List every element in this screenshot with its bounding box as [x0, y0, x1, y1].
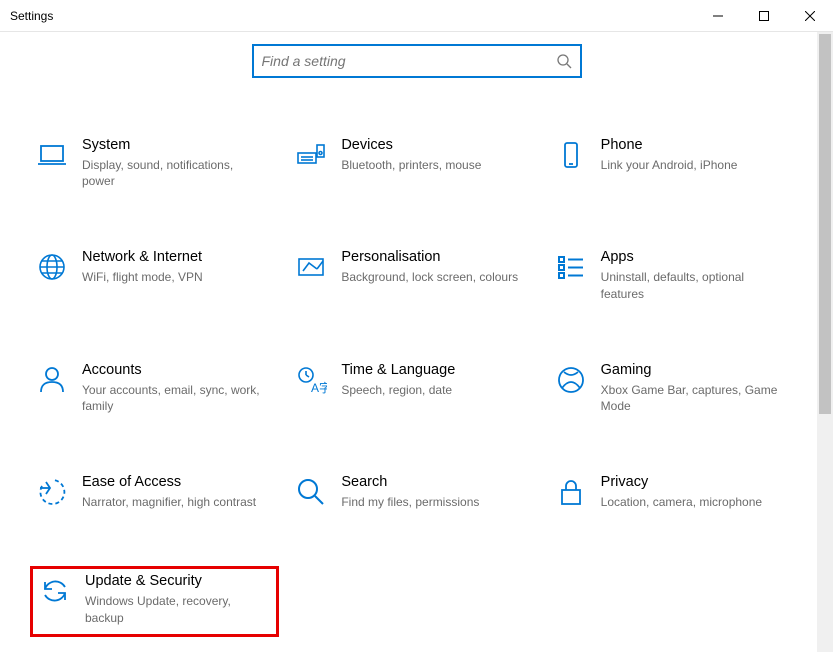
tile-text: Ease of Access Narrator, magnifier, high…: [82, 474, 273, 510]
tile-title: Search: [341, 474, 526, 490]
tile-text: Time & Language Speech, region, date: [341, 362, 532, 398]
tile-text: Devices Bluetooth, printers, mouse: [341, 137, 532, 173]
ease-of-access-icon: [36, 476, 68, 508]
tile-title: Ease of Access: [82, 474, 267, 490]
search-icon: [556, 53, 572, 69]
tile-time-language[interactable]: A字 Time & Language Speech, region, date: [289, 358, 538, 422]
titlebar: Settings: [0, 0, 833, 32]
window-title: Settings: [10, 9, 53, 23]
tile-phone[interactable]: Phone Link your Android, iPhone: [549, 133, 798, 197]
minimize-button[interactable]: [695, 0, 741, 32]
tile-text: Personalisation Background, lock screen,…: [341, 249, 532, 285]
tile-apps[interactable]: Apps Uninstall, defaults, optional featu…: [549, 245, 798, 309]
lock-icon: [555, 476, 587, 508]
apps-list-icon: [555, 251, 587, 283]
tile-title: Apps: [601, 249, 786, 265]
tile-desc: Find my files, permissions: [341, 494, 526, 510]
tile-title: Personalisation: [341, 249, 526, 265]
close-button[interactable]: [787, 0, 833, 32]
scrollbar-thumb[interactable]: [819, 34, 831, 414]
tile-desc: Speech, region, date: [341, 382, 526, 398]
tile-desc: Uninstall, defaults, optional features: [601, 269, 786, 301]
tile-title: Phone: [601, 137, 786, 153]
keyboard-speaker-icon: [295, 139, 327, 171]
magnifier-icon: [295, 476, 327, 508]
tile-gaming[interactable]: Gaming Xbox Game Bar, captures, Game Mod…: [549, 358, 798, 422]
tile-title: Devices: [341, 137, 526, 153]
maximize-button[interactable]: [741, 0, 787, 32]
time-language-icon: A字: [295, 364, 327, 396]
tile-desc: Narrator, magnifier, high contrast: [82, 494, 267, 510]
tile-desc: Xbox Game Bar, captures, Game Mode: [601, 382, 786, 414]
tile-devices[interactable]: Devices Bluetooth, printers, mouse: [289, 133, 538, 197]
tile-search[interactable]: Search Find my files, permissions: [289, 470, 538, 518]
tile-desc: WiFi, flight mode, VPN: [82, 269, 267, 285]
tile-text: Accounts Your accounts, email, sync, wor…: [82, 362, 273, 414]
tile-title: Time & Language: [341, 362, 526, 378]
tile-text: Update & Security Windows Update, recove…: [85, 573, 270, 625]
tile-ease-of-access[interactable]: Ease of Access Narrator, magnifier, high…: [30, 470, 279, 518]
sync-icon: [39, 575, 71, 607]
tile-title: Update & Security: [85, 573, 264, 589]
tile-title: Gaming: [601, 362, 786, 378]
person-icon: [36, 364, 68, 396]
tile-text: Network & Internet WiFi, flight mode, VP…: [82, 249, 273, 285]
tile-desc: Bluetooth, printers, mouse: [341, 157, 526, 173]
paintbrush-icon: [295, 251, 327, 283]
tile-desc: Location, camera, microphone: [601, 494, 786, 510]
tile-desc: Windows Update, recovery, backup: [85, 593, 264, 625]
tile-desc: Background, lock screen, colours: [341, 269, 526, 285]
settings-grid: System Display, sound, notifications, po…: [0, 133, 833, 637]
globe-icon: [36, 251, 68, 283]
tile-title: Privacy: [601, 474, 786, 490]
phone-icon: [555, 139, 587, 171]
tile-text: System Display, sound, notifications, po…: [82, 137, 273, 189]
tile-text: Search Find my files, permissions: [341, 474, 532, 510]
search-container: [0, 44, 833, 78]
tile-desc: Your accounts, email, sync, work, family: [82, 382, 267, 414]
tile-desc: Display, sound, notifications, power: [82, 157, 267, 189]
window-controls: [695, 0, 833, 31]
tile-title: Network & Internet: [82, 249, 267, 265]
tile-text: Phone Link your Android, iPhone: [601, 137, 792, 173]
tile-title: Accounts: [82, 362, 267, 378]
tile-system[interactable]: System Display, sound, notifications, po…: [30, 133, 279, 197]
laptop-icon: [36, 139, 68, 171]
xbox-icon: [555, 364, 587, 396]
tile-accounts[interactable]: Accounts Your accounts, email, sync, wor…: [30, 358, 279, 422]
svg-text:A字: A字: [311, 380, 327, 395]
tile-desc: Link your Android, iPhone: [601, 157, 786, 173]
scrollbar-track[interactable]: [817, 32, 833, 652]
tile-personalisation[interactable]: Personalisation Background, lock screen,…: [289, 245, 538, 309]
search-box[interactable]: [252, 44, 582, 78]
tile-update-security[interactable]: Update & Security Windows Update, recove…: [30, 566, 279, 636]
tile-title: System: [82, 137, 267, 153]
tile-network[interactable]: Network & Internet WiFi, flight mode, VP…: [30, 245, 279, 309]
tile-privacy[interactable]: Privacy Location, camera, microphone: [549, 470, 798, 518]
tile-text: Privacy Location, camera, microphone: [601, 474, 792, 510]
search-input[interactable]: [262, 53, 556, 69]
tile-text: Gaming Xbox Game Bar, captures, Game Mod…: [601, 362, 792, 414]
content-area: System Display, sound, notifications, po…: [0, 32, 833, 652]
tile-text: Apps Uninstall, defaults, optional featu…: [601, 249, 792, 301]
